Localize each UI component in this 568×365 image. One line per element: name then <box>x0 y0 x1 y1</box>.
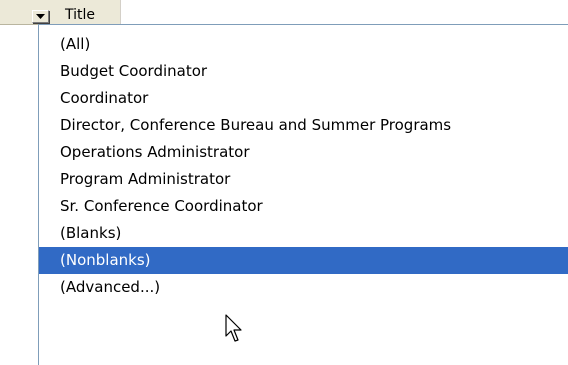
filter-option-operations-administrator[interactable]: Operations Administrator <box>39 139 568 166</box>
filter-option-budget-coordinator[interactable]: Budget Coordinator <box>39 58 568 85</box>
filter-option-blanks[interactable]: (Blanks) <box>39 220 568 247</box>
filter-option-advanced[interactable]: (Advanced...) <box>39 274 568 301</box>
filter-option-director[interactable]: Director, Conference Bureau and Summer P… <box>39 112 568 139</box>
autofilter-dropdown-list[interactable]: (All) Budget Coordinator Coordinator Dir… <box>38 24 568 365</box>
column-header-title: Title <box>0 0 121 25</box>
filter-option-all[interactable]: (All) <box>39 31 568 58</box>
filter-option-coordinator[interactable]: Coordinator <box>39 85 568 112</box>
autofilter-button[interactable] <box>32 10 49 23</box>
filter-option-sr-conference-coordinator[interactable]: Sr. Conference Coordinator <box>39 193 568 220</box>
filter-option-nonblanks[interactable]: (Nonblanks) <box>39 247 568 274</box>
filter-option-program-administrator[interactable]: Program Administrator <box>39 166 568 193</box>
dropdown-arrow-icon <box>36 14 45 19</box>
column-header-label: Title <box>65 7 96 23</box>
arrow-pointer-icon <box>225 314 242 342</box>
